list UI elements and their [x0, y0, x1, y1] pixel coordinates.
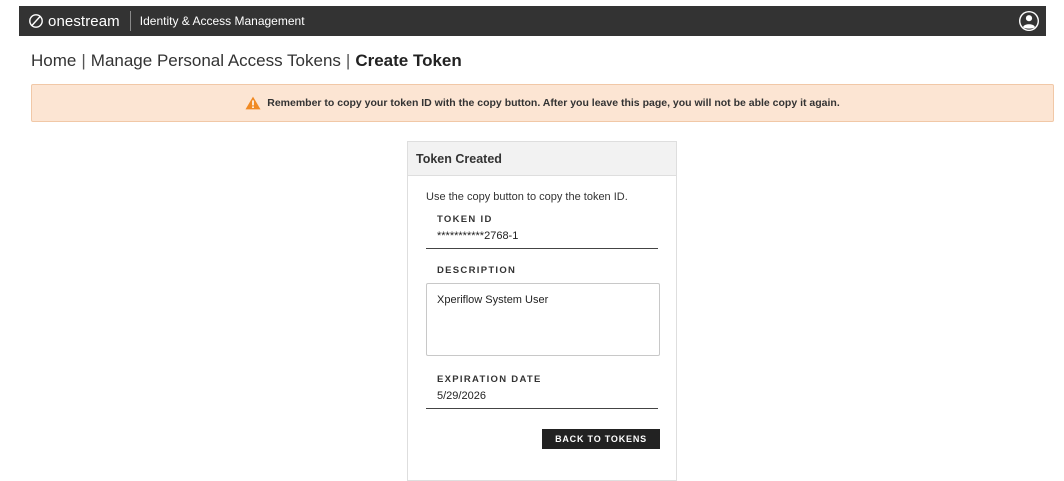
back-to-tokens-button[interactable]: BACK TO TOKENS: [542, 429, 660, 449]
app-title: Identity & Access Management: [139, 14, 305, 28]
breadcrumb: Home | Manage Personal Access Tokens | Creat…: [31, 51, 462, 71]
card-body: Use the copy button to copy the token ID…: [408, 176, 676, 449]
brand-name: onestream: [48, 12, 120, 30]
description-label: DESCRIPTION: [437, 265, 517, 276]
expiration-date-value[interactable]: 5/29/2026: [426, 390, 658, 409]
copy-instruction: Use the copy button to copy the token ID…: [426, 191, 628, 203]
brand-logo[interactable]: onestream: [19, 6, 130, 36]
user-circle-icon[interactable]: [1018, 10, 1040, 32]
warning-triangle-icon: [245, 96, 261, 110]
onestream-logo-icon: [29, 14, 43, 28]
token-id-value[interactable]: ***********2768-1: [426, 230, 658, 249]
breadcrumb-separator: |: [81, 51, 86, 70]
breadcrumb-current: Create Token: [355, 51, 462, 70]
description-textarea[interactable]: Xperiflow System User: [426, 283, 660, 356]
expiration-date-label: EXPIRATION DATE: [437, 374, 542, 385]
warning-banner: Remember to copy your token ID with the …: [31, 84, 1054, 122]
token-created-card: Token Created Use the copy button to cop…: [407, 141, 677, 481]
breadcrumb-manage-tokens[interactable]: Manage Personal Access Tokens: [91, 51, 341, 70]
warning-text: Remember to copy your token ID with the …: [267, 97, 840, 109]
breadcrumb-home[interactable]: Home: [31, 51, 76, 70]
expiration-date-field[interactable]: EXPIRATION DATE 5/29/2026: [426, 374, 658, 409]
token-id-field[interactable]: TOKEN ID ***********2768-1: [426, 214, 658, 249]
card-title: Token Created: [408, 142, 676, 176]
top-navigation-bar: onestream Identity & Access Management: [19, 6, 1046, 36]
description-field: DESCRIPTION Xperiflow System User: [426, 265, 660, 356]
breadcrumb-separator: |: [345, 51, 351, 70]
token-id-label: TOKEN ID: [437, 214, 493, 225]
